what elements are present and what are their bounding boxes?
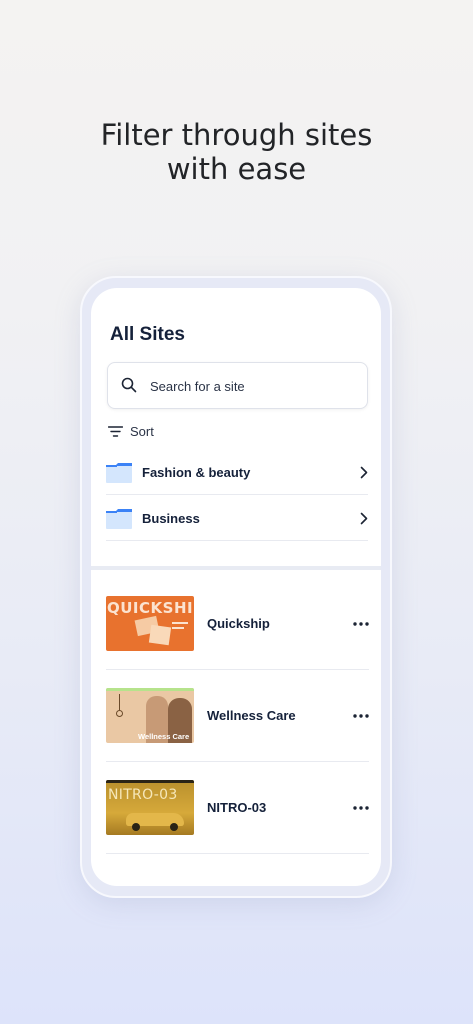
chevron-right-icon [360, 466, 368, 479]
sort-button[interactable]: Sort [108, 424, 154, 439]
site-name: Quickship [207, 616, 270, 631]
search-box[interactable] [107, 362, 368, 409]
folder-label: Business [142, 511, 200, 526]
site-row-nitro-03[interactable]: NITRO-03 NITRO-03 [106, 762, 369, 854]
more-horizontal-icon [353, 713, 369, 718]
phone-frame: All Sites Sort Fashion & beauty [80, 276, 392, 898]
more-horizontal-icon [353, 621, 369, 626]
thumbnail-logo-text: NITRO-03 [108, 787, 178, 803]
search-icon [121, 377, 137, 393]
folder-row-fashion-beauty[interactable]: Fashion & beauty [106, 451, 368, 495]
headline-line-2: with ease [166, 152, 307, 186]
section-divider [91, 566, 381, 570]
search-input[interactable] [150, 375, 355, 397]
headline: Filter through sites with ease [0, 118, 473, 186]
site-row-wellness-care[interactable]: Wellness Care Wellness Care [106, 670, 369, 762]
thumbnail-logo-text: Wellness Care [138, 732, 190, 741]
folder-icon [106, 462, 132, 483]
thumbnail-logo-text: QUICKSHIP [107, 599, 194, 617]
more-options-button[interactable] [353, 805, 369, 810]
phone-screen: All Sites Sort Fashion & beauty [91, 288, 381, 886]
sort-label: Sort [130, 424, 154, 439]
filter-lines-icon [108, 426, 123, 437]
folder-label: Fashion & beauty [142, 465, 251, 480]
site-thumbnail: QUICKSHIP [106, 596, 194, 651]
folder-row-business[interactable]: Business [106, 497, 368, 541]
folder-icon [106, 508, 132, 529]
chevron-right-icon [360, 512, 368, 525]
site-thumbnail: NITRO-03 [106, 780, 194, 835]
more-horizontal-icon [353, 805, 369, 810]
site-row-quickship[interactable]: QUICKSHIP Quickship [106, 578, 369, 670]
more-options-button[interactable] [353, 621, 369, 626]
site-thumbnail: Wellness Care [106, 688, 194, 743]
more-options-button[interactable] [353, 713, 369, 718]
page-title: All Sites [110, 324, 185, 345]
site-name: Wellness Care [207, 708, 296, 723]
site-name: NITRO-03 [207, 800, 267, 815]
headline-line-1: Filter through sites [100, 118, 373, 152]
